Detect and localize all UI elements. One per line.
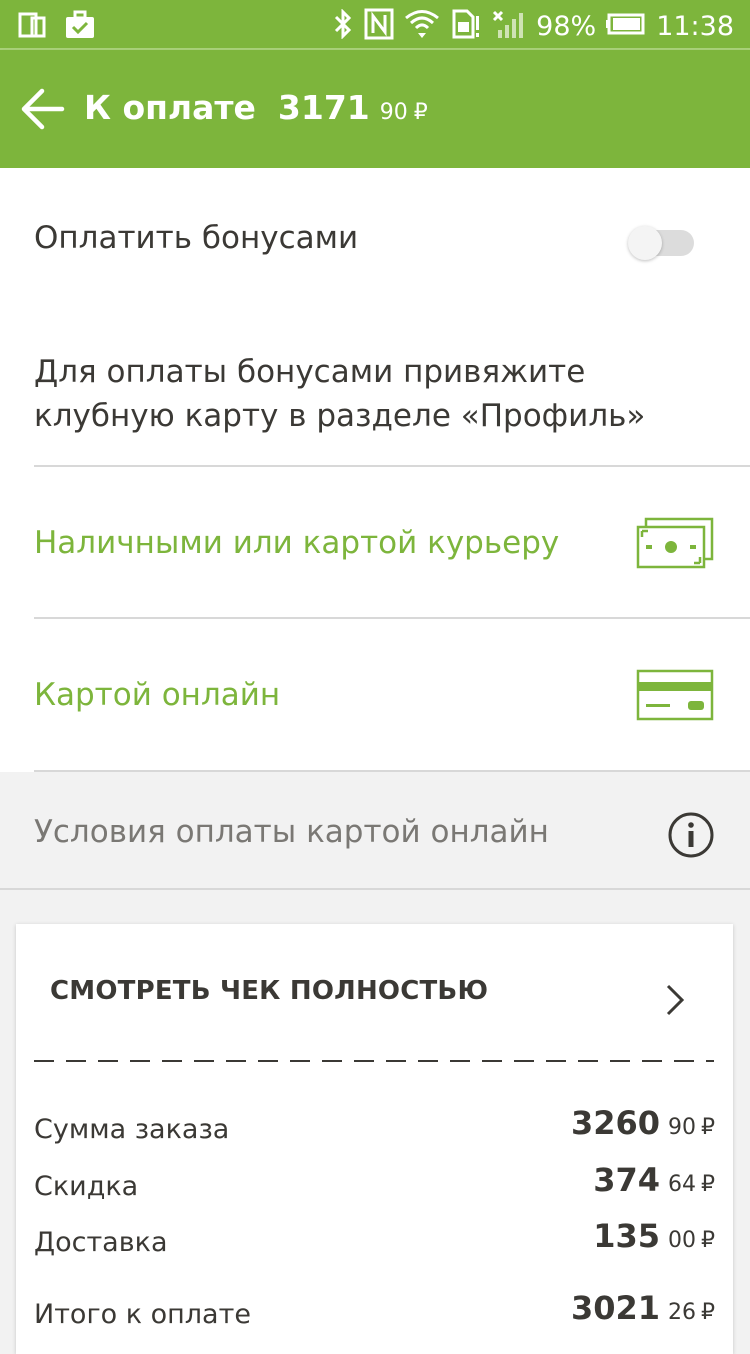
receipt-row-label: Итого к оплате [34,1299,251,1330]
app-bar: К оплате 3171 90 ₽ [0,50,750,168]
payment-option-label: Картой онлайн [34,677,281,713]
card-payment-conditions-row[interactable]: Условия оплаты картой онлайн [0,772,750,888]
wifi-icon [404,8,440,44]
payment-option-card-online[interactable]: Картой онлайн [0,619,750,771]
dual-window-icon [18,10,48,44]
clock: 11:38 [656,10,734,42]
total-amount-integer: 3171 [277,88,370,127]
signal-no-service-icon [492,8,526,44]
back-button[interactable] [18,86,66,132]
info-icon [666,810,716,864]
bluetooth-icon [332,8,354,43]
currency-sign: ₽ [413,100,428,125]
toggle-knob [628,226,662,260]
value-integer: 3260 [570,1104,660,1142]
receipt-row-total: Итого к оплате 3021 26 ₽ [16,1289,733,1339]
chevron-right-icon [664,982,686,1022]
value-integer: 3021 [570,1289,660,1327]
receipt-row-value: 3021 26 ₽ [571,1289,715,1327]
value-integer: 374 [593,1161,660,1199]
receipt-row-value: 3260 90 ₽ [571,1104,715,1142]
receipt-row-order-sum: Сумма заказа 3260 90 ₽ [16,1104,733,1154]
payment-option-cash[interactable]: Наличными или картой курьеру [0,467,750,619]
receipt-row-label: Доставка [34,1227,168,1258]
battery-percent: 98% [536,10,597,42]
payment-option-label: Наличными или картой курьеру [34,525,560,561]
receipt-row-label: Скидка [34,1171,139,1202]
value-fraction: 00 [668,1228,696,1253]
view-full-receipt-button[interactable]: СМОТРЕТЬ ЧЕК ПОЛНОСТЬЮ [16,924,733,1054]
section-divider [0,888,750,890]
sim-alert-icon [450,8,482,44]
receipt-row-delivery: Доставка 135 00 ₽ [16,1217,733,1267]
currency-sign: ₽ [701,1228,715,1253]
credit-card-icon [636,669,714,725]
currency-sign: ₽ [701,1300,715,1325]
dashed-separator [34,1060,714,1062]
page-title: К оплате 3171 90 ₽ [84,88,428,127]
briefcase-check-icon [64,10,96,44]
total-amount-fraction: 90 [379,100,408,125]
view-full-receipt-label: СМОТРЕТЬ ЧЕК ПОЛНОСТЬЮ [50,976,489,1006]
receipt-row-value: 374 64 ₽ [593,1161,715,1199]
arrow-back-icon [21,88,65,130]
title-label: К оплате [84,88,256,127]
cash-icon [636,517,714,573]
nfc-icon [364,8,394,44]
receipt-row-discount: Скидка 374 64 ₽ [16,1161,733,1211]
value-fraction: 26 [668,1300,696,1325]
value-fraction: 64 [668,1172,696,1197]
receipt-row-value: 135 00 ₽ [593,1217,715,1255]
receipt-row-label: Сумма заказа [34,1114,230,1145]
bonus-toggle[interactable] [628,226,694,260]
value-fraction: 90 [668,1115,696,1140]
currency-sign: ₽ [701,1115,715,1140]
card-payment-conditions-label: Условия оплаты картой онлайн [34,814,549,850]
receipt-card: СМОТРЕТЬ ЧЕК ПОЛНОСТЬЮ Сумма заказа 3260… [16,924,733,1354]
value-integer: 135 [593,1217,660,1255]
battery-icon [606,13,646,39]
status-bar: 98% 11:38 [0,0,750,50]
currency-sign: ₽ [701,1172,715,1197]
bonus-hint-text: Для оплаты бонусами привяжите клубную ка… [34,354,646,434]
pay-with-bonuses-label: Оплатить бонусами [34,220,359,256]
